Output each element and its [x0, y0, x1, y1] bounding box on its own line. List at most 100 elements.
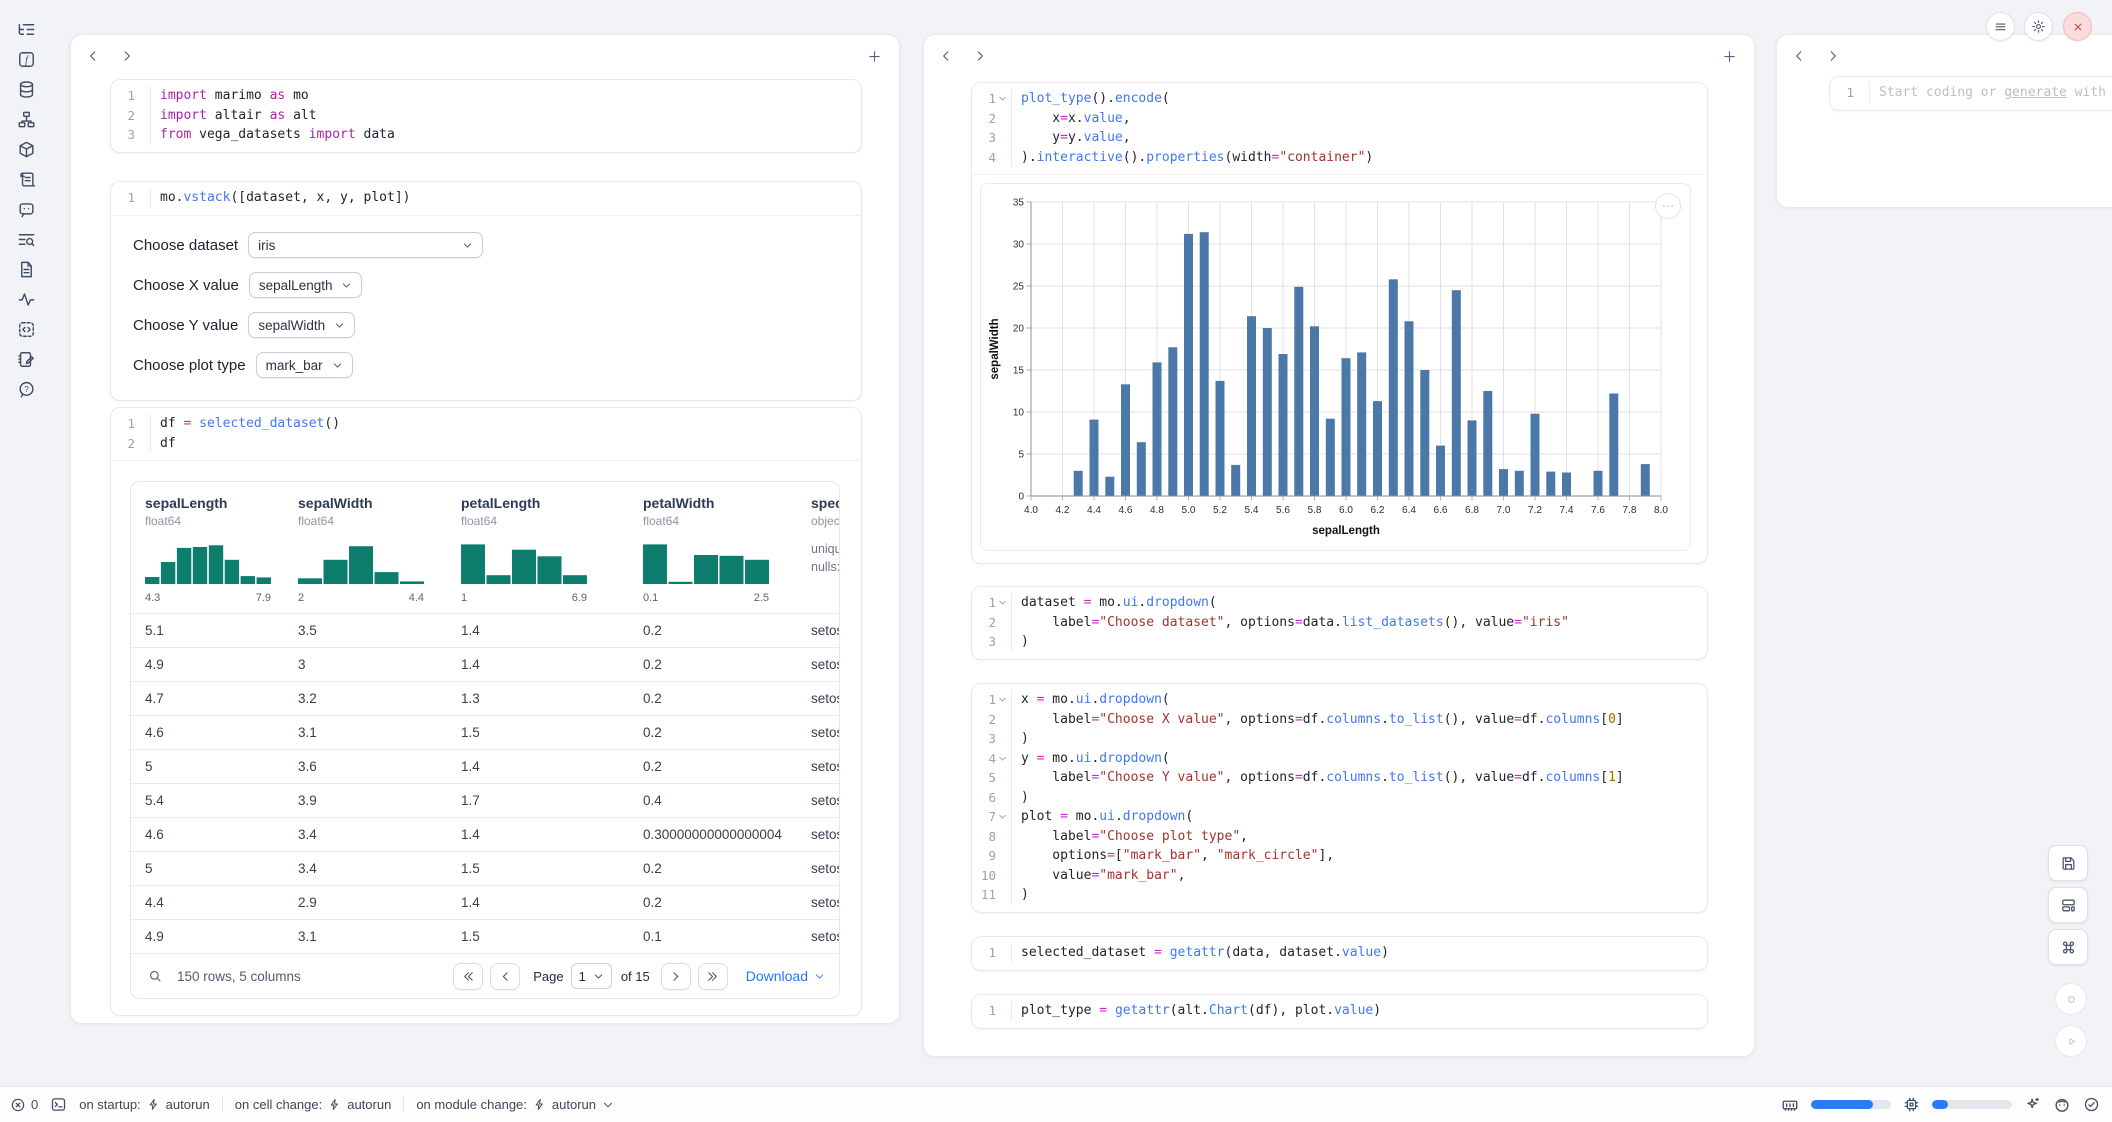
code-line: 10 value="mark_bar",	[972, 866, 1707, 886]
settings-button[interactable]	[2024, 12, 2053, 41]
svg-text:?: ?	[24, 384, 29, 394]
keyboard-shortcuts-button[interactable]	[2048, 929, 2088, 965]
run-all-button[interactable]	[2055, 1025, 2087, 1057]
sidebar-icon-dependency-graph[interactable]	[11, 110, 41, 129]
help-icon: ?	[17, 380, 36, 399]
sidebar-icon-scratchpad[interactable]	[11, 350, 41, 369]
chevron-right-icon	[973, 49, 987, 63]
x-value-select[interactable]: sepalLength	[249, 272, 363, 298]
sidebar-icon-functions[interactable]: f	[11, 50, 41, 69]
table-row[interactable]: 4.931.40.2setosa	[131, 647, 839, 681]
sidebar-icon-outputs[interactable]	[11, 320, 41, 339]
column-back-button[interactable]	[81, 44, 105, 68]
sidebar-icon-snippets[interactable]	[11, 260, 41, 279]
bolt-icon	[533, 1098, 546, 1111]
column-histogram[interactable]	[643, 540, 797, 589]
sidebar-icon-ai-chat[interactable]	[11, 200, 41, 219]
svg-text:6.0: 6.0	[1339, 505, 1353, 516]
column-forward-button[interactable]	[115, 44, 139, 68]
column-header-petalLength[interactable]: petalLengthfloat6416.9	[447, 495, 629, 604]
error-count-badge[interactable]: 0	[10, 1097, 38, 1113]
cell-imports[interactable]: 1import marimo as mo2import altair as al…	[110, 79, 862, 153]
column-forward-button[interactable]	[1821, 44, 1845, 68]
shutdown-button[interactable]	[2063, 12, 2092, 41]
column-header-sepalWidth[interactable]: sepalWidthfloat6424.4	[284, 495, 447, 604]
runtime-startup-mode[interactable]: on startup: autorun	[79, 1097, 210, 1112]
column-histogram[interactable]	[298, 540, 447, 589]
panel-header	[924, 35, 1754, 77]
column-name: petalLength	[461, 495, 629, 511]
page-select[interactable]: 1	[571, 963, 612, 989]
fold-icon[interactable]	[996, 695, 1009, 704]
table-row[interactable]: 4.63.41.40.30000000000000004setosa	[131, 817, 839, 851]
cell-dataframe[interactable]: 1df = selected_dataset()2df sepalLengthf…	[110, 407, 862, 1016]
cell-plot[interactable]: 1plot_type().encode(2 x=x.value,3 y=y.va…	[971, 82, 1708, 564]
cell-vstack[interactable]: 1mo.vstack([dataset, x, y, plot]) Choose…	[110, 181, 862, 401]
robot-icon	[2053, 1096, 2071, 1114]
column-name: species	[811, 495, 839, 511]
column-dtype: float64	[298, 514, 447, 528]
table-row[interactable]: 4.93.11.50.1setosa	[131, 919, 839, 953]
fold-icon[interactable]	[996, 754, 1009, 763]
table-row[interactable]: 4.63.11.50.2setosa	[131, 715, 839, 749]
sidebar-icon-help[interactable]: ?	[11, 380, 41, 399]
layout-button[interactable]	[2048, 887, 2088, 923]
fold-icon[interactable]	[996, 598, 1009, 607]
column-header-species[interactable]: speciesobjectunique:nulls:	[797, 495, 839, 604]
sidebar-icon-packages[interactable]	[11, 140, 41, 159]
add-cell-button[interactable]	[861, 43, 887, 69]
sidebar-icon-logs[interactable]	[11, 170, 41, 189]
connection-status[interactable]	[2083, 1096, 2100, 1113]
sidebar-icon-documentation[interactable]	[11, 230, 41, 249]
line-number: 9	[972, 848, 996, 863]
sidebar-icon-file-explorer[interactable]	[11, 20, 41, 39]
download-button[interactable]: Download	[746, 968, 825, 984]
stop-button[interactable]	[2055, 983, 2087, 1015]
sidebar-icon-data-sources[interactable]	[11, 80, 41, 99]
column-back-button[interactable]	[1787, 44, 1811, 68]
cell-dataset-dropdown[interactable]: 1dataset = mo.ui.dropdown(2 label="Choos…	[971, 586, 1708, 660]
table-row[interactable]: 5.13.51.40.2setosa	[131, 613, 839, 647]
column-histogram[interactable]	[461, 540, 629, 589]
table-row[interactable]: 4.73.21.30.2setosa	[131, 681, 839, 715]
column-header-sepalLength[interactable]: sepalLengthfloat644.37.9	[131, 495, 284, 604]
column-header-petalWidth[interactable]: petalWidthfloat640.12.5	[629, 495, 797, 604]
logs-icon	[17, 170, 36, 189]
cell-xy-plot-dropdowns[interactable]: 1x = mo.ui.dropdown(2 label="Choose X va…	[971, 683, 1708, 913]
gear-icon	[2031, 19, 2046, 34]
table-search-button[interactable]	[147, 968, 163, 984]
chevron-left-icon	[1792, 49, 1806, 63]
table-row[interactable]: 53.61.40.2setosa	[131, 749, 839, 783]
sidebar-icon-tracing[interactable]	[11, 290, 41, 309]
column-back-button[interactable]	[934, 44, 958, 68]
chart-menu-button[interactable]	[1655, 193, 1681, 219]
cell-empty-new[interactable]: 1Start coding or generate with AI.	[1829, 76, 2112, 111]
last-page-button[interactable]	[698, 963, 728, 990]
runtime-cell-change-mode[interactable]: on cell change: autorun	[235, 1097, 392, 1112]
cell-plot-type[interactable]: 1plot_type = getattr(alt.Chart(df), plot…	[971, 994, 1708, 1029]
column-forward-button[interactable]	[968, 44, 992, 68]
dataset-select[interactable]: iris	[248, 232, 483, 258]
bar-chart[interactable]: 4.04.24.44.64.85.05.25.45.65.86.06.26.46…	[987, 190, 1687, 542]
add-cell-button[interactable]	[1716, 43, 1742, 69]
fold-icon[interactable]	[996, 812, 1009, 821]
plot-type-select[interactable]: mark_bar	[256, 352, 353, 378]
notebook-menu-button[interactable]	[1986, 12, 2015, 41]
copilot-button[interactable]	[2053, 1096, 2071, 1114]
save-button[interactable]	[2048, 845, 2088, 881]
table-row[interactable]: 4.42.91.40.2setosa	[131, 885, 839, 919]
y-value-select[interactable]: sepalWidth	[248, 312, 355, 338]
fold-icon[interactable]	[996, 94, 1009, 103]
column-histogram[interactable]	[145, 540, 284, 589]
code-line: 1dataset = mo.ui.dropdown(	[972, 593, 1707, 613]
prev-page-button[interactable]	[490, 963, 520, 990]
table-row[interactable]: 53.41.50.2setosa	[131, 851, 839, 885]
svg-text:15: 15	[1013, 366, 1025, 377]
cell-selected-dataset[interactable]: 1selected_dataset = getattr(data, datase…	[971, 936, 1708, 971]
terminal-button[interactable]	[50, 1096, 67, 1113]
first-page-button[interactable]	[453, 963, 483, 990]
next-page-button[interactable]	[661, 963, 691, 990]
ai-assistant-button[interactable]	[2024, 1096, 2041, 1113]
table-row[interactable]: 5.43.91.70.4setosa	[131, 783, 839, 817]
runtime-module-change-mode[interactable]: on module change: autorun	[416, 1097, 614, 1112]
